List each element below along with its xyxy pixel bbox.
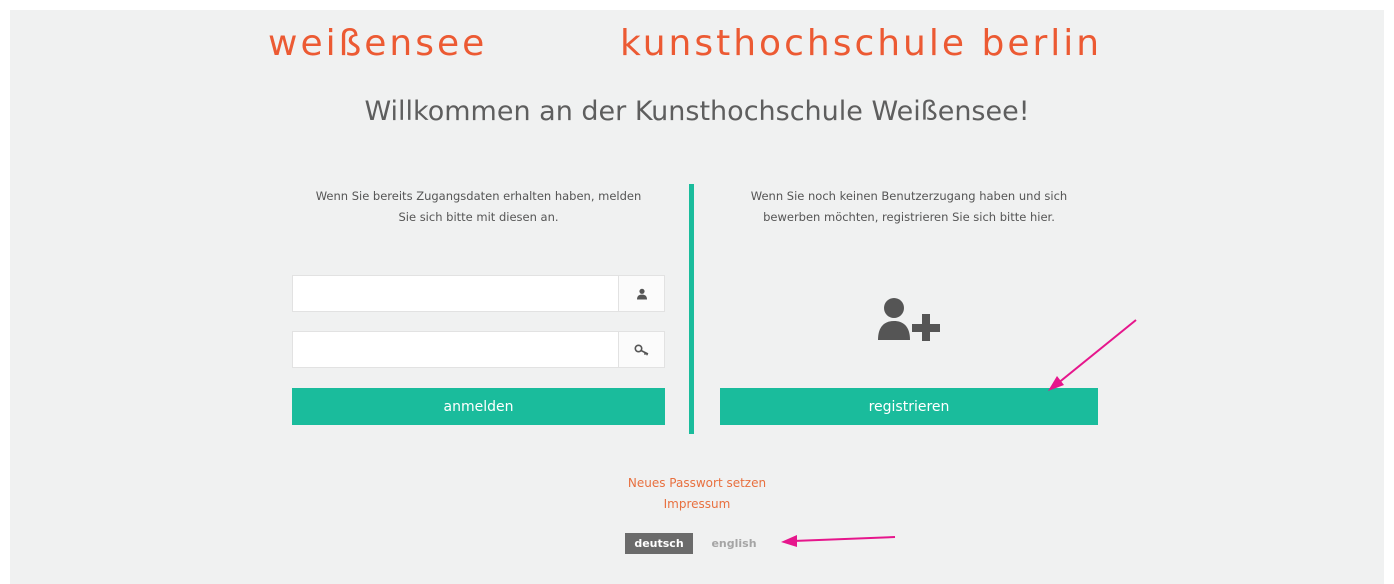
username-field-group	[292, 275, 665, 312]
password-input[interactable]	[293, 332, 619, 367]
login-button[interactable]: anmelden	[292, 388, 665, 425]
login-intro-line-1: Wenn Sie bereits Zugangsdaten erhalten h…	[315, 189, 642, 203]
password-field-group	[292, 331, 665, 368]
register-button[interactable]: registrieren	[720, 388, 1098, 425]
column-divider	[689, 184, 694, 434]
register-intro-line-2: bewerben möchten, registrieren Sie sich …	[763, 210, 1055, 224]
imprint-link[interactable]: Impressum	[0, 497, 1394, 511]
user-icon	[618, 276, 664, 311]
username-input[interactable]	[293, 276, 619, 311]
logo-kunsthochschule-berlin: kunsthochschule berlin	[620, 23, 1103, 64]
login-intro-text: Wenn Sie bereits Zugangsdaten erhalten h…	[292, 186, 665, 228]
language-english-button[interactable]: english	[706, 533, 762, 554]
new-password-link[interactable]: Neues Passwort setzen	[0, 476, 1394, 490]
add-user-icon	[878, 297, 942, 342]
login-intro-line-2: Sie sich bitte mit diesen an.	[398, 210, 559, 224]
logo-weissensee: weißensee	[268, 23, 488, 64]
register-intro-text: Wenn Sie noch keinen Benutzerzugang habe…	[720, 186, 1098, 228]
language-german-button[interactable]: deutsch	[625, 533, 693, 554]
key-icon	[618, 332, 664, 367]
register-intro-line-1: Wenn Sie noch keinen Benutzerzugang habe…	[750, 189, 1068, 203]
page-title: Willkommen an der Kunsthochschule Weißen…	[364, 96, 1030, 127]
